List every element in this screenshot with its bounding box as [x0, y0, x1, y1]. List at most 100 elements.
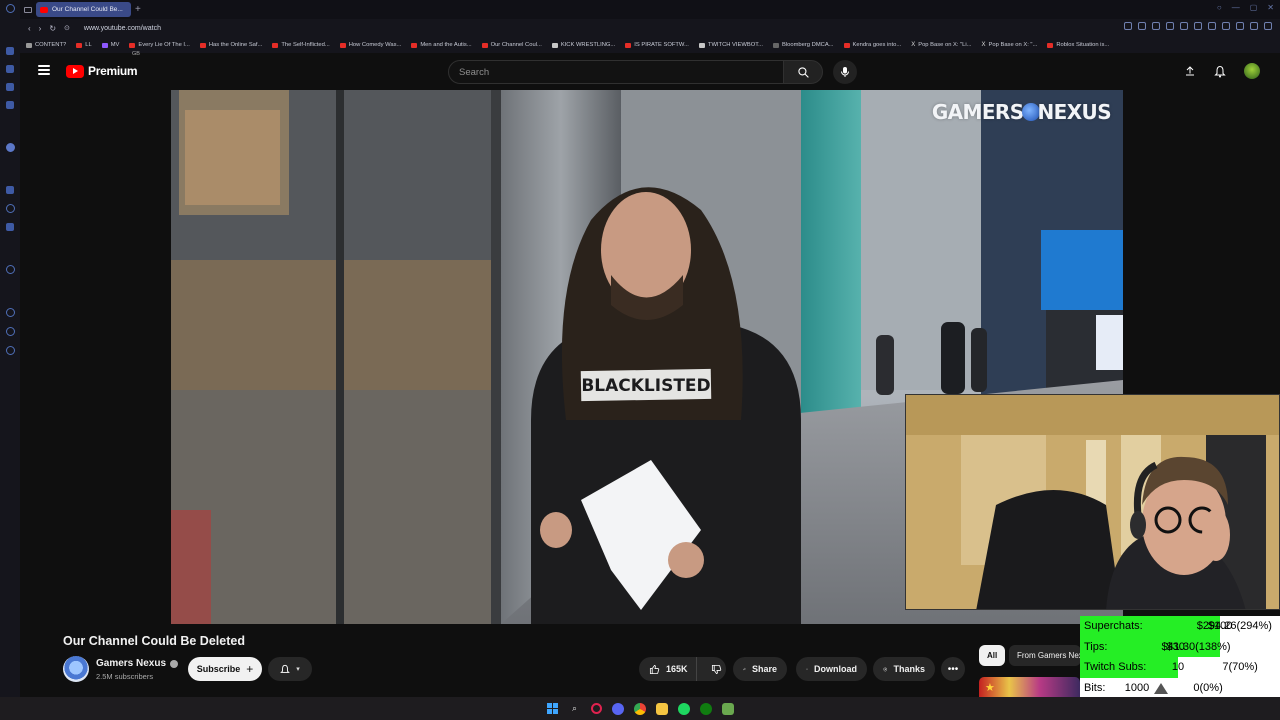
sidebar-app-icon[interactable] — [6, 101, 14, 109]
logo-text: Premium — [88, 64, 138, 78]
youtube-logo-icon — [66, 64, 84, 78]
opera-gx-icon[interactable] — [590, 703, 602, 714]
bookmark-item[interactable]: Bloomberg DMCA... — [772, 42, 834, 48]
url-field[interactable]: www.youtube.com/watch — [84, 25, 161, 32]
windows-start-icon[interactable] — [547, 703, 559, 715]
zoom-icon[interactable] — [1124, 22, 1132, 30]
site-favicon-icon — [698, 42, 705, 48]
watermark-right: NEXUS — [1037, 100, 1112, 124]
discord-icon[interactable] — [611, 702, 624, 715]
chrome-icon[interactable] — [633, 702, 646, 715]
bookmark-item[interactable]: IS PIRATE SOFTW... — [625, 42, 689, 48]
sidebar-app-icon[interactable] — [6, 65, 14, 73]
history-icon[interactable] — [5, 308, 15, 317]
youtube-favicon-icon — [339, 42, 346, 48]
back-icon[interactable]: ‹ — [28, 24, 31, 33]
bookmark-item[interactable]: X Pop Base on X: "Li... — [911, 42, 971, 48]
bookmark-item[interactable]: X Pop Base on X: "... — [982, 42, 1038, 48]
bookmark-label: Men and the Autis... — [420, 42, 472, 48]
close-icon[interactable]: ✕ — [1267, 3, 1274, 12]
chip-all[interactable]: All — [979, 645, 1006, 666]
notifications-bell-icon[interactable] — [1214, 65, 1226, 78]
dislike-button[interactable] — [703, 664, 730, 675]
bookmark-item[interactable]: Roblox Situation is... — [1047, 42, 1109, 48]
goal-label: Superchats: — [1084, 620, 1143, 633]
thanks-button[interactable]: $ Thanks — [873, 657, 935, 681]
notification-settings-button[interactable]: ▾ — [268, 657, 312, 681]
instagram-icon[interactable] — [6, 223, 14, 231]
bookmark-label: MV — [110, 42, 120, 48]
sidebar-app-icon[interactable] — [6, 186, 14, 194]
bookmark-item[interactable]: Kendra goes into... — [843, 42, 901, 48]
subscribe-button[interactable]: Subscribe + — [188, 657, 262, 681]
extension-icon[interactable] — [1236, 22, 1244, 30]
youtube-logo[interactable]: Premium — [66, 64, 138, 78]
search-button[interactable] — [783, 60, 823, 84]
extension-icon[interactable] — [1208, 22, 1216, 30]
xbox-icon[interactable] — [699, 702, 712, 715]
window-controls: ○ — ▢ ✕ — [1217, 3, 1274, 12]
screen: Our Channel Could Be... + ○ — ▢ ✕ ‹ › ↻ … — [0, 0, 1280, 720]
site-info-icon[interactable]: ⊙ — [64, 24, 70, 32]
youtube-favicon-icon — [843, 42, 850, 48]
spotify-icon[interactable] — [677, 702, 690, 715]
maximize-icon[interactable]: ▢ — [1250, 3, 1258, 12]
extension-icon[interactable] — [1138, 22, 1146, 30]
upload-icon[interactable] — [1184, 65, 1196, 77]
bookmark-item[interactable]: CONTENT? — [26, 42, 66, 48]
share-button[interactable]: Share — [733, 657, 787, 681]
search-tabs-icon[interactable]: ○ — [1217, 3, 1222, 12]
forward-icon[interactable]: › — [39, 24, 42, 33]
download-button[interactable]: Download — [796, 657, 867, 681]
extension-icon[interactable] — [1180, 22, 1188, 30]
hamburger-menu-icon[interactable] — [38, 65, 50, 75]
bookmark-item[interactable]: The Self-Inflicted... — [272, 42, 330, 48]
extension-icon[interactable] — [1194, 22, 1202, 30]
bookmark-label: Roblox Situation is... — [1056, 42, 1110, 48]
bookmark-item[interactable]: Our Channel Coul... — [481, 42, 542, 48]
sidebar-app-icon[interactable] — [6, 83, 14, 91]
new-tab-icon[interactable]: + — [135, 4, 141, 15]
tab-youtube[interactable]: Our Channel Could Be... — [36, 2, 131, 17]
extension-icon[interactable] — [1152, 22, 1160, 30]
search-input[interactable] — [448, 60, 784, 84]
more-actions-button[interactable]: ••• — [941, 657, 965, 681]
file-explorer-icon[interactable] — [655, 702, 668, 715]
messenger-icon[interactable] — [5, 204, 15, 213]
bookmark-item[interactable]: LL — [76, 42, 92, 48]
site-favicon-icon — [772, 42, 779, 48]
settings-icon[interactable] — [5, 346, 15, 355]
bookmark-label: The Self-Inflicted... — [281, 42, 330, 48]
minimize-icon[interactable]: — — [1232, 3, 1240, 12]
sidebar-app-icon[interactable] — [5, 327, 15, 336]
sidebar-app-icon[interactable] — [6, 47, 14, 55]
channel-avatar[interactable] — [63, 656, 89, 682]
sidebar-app-icon[interactable] — [5, 143, 15, 152]
bookmark-item[interactable]: Every Lie Of The I... — [129, 42, 190, 48]
account-avatar[interactable] — [1244, 63, 1260, 79]
bookmark-item[interactable]: KICK WRESTLING... — [551, 42, 616, 48]
bookmark-item[interactable]: MV — [101, 42, 120, 48]
tab-menu-icon[interactable] — [24, 6, 32, 13]
bookmark-label: KICK WRESTLING... — [560, 42, 616, 48]
bookmark-label: Our Channel Coul... — [490, 42, 542, 48]
voice-search-button[interactable] — [833, 60, 857, 84]
account-icon[interactable] — [1264, 22, 1272, 30]
extension-icon[interactable] — [1166, 22, 1174, 30]
bookmark-item[interactable]: Men and the Autis... — [411, 42, 472, 48]
channel-name-link[interactable]: Gamers Nexus — [96, 658, 179, 669]
sidebar-app-icon[interactable] — [5, 265, 15, 274]
chip-from-channel[interactable]: From Gamers Nexus — [1009, 645, 1081, 666]
like-button[interactable]: 165K — [639, 657, 697, 681]
bookmark-label: Pop Base on X: "... — [988, 42, 1038, 48]
reload-icon[interactable]: ↻ — [49, 24, 56, 33]
minecraft-icon[interactable] — [721, 702, 734, 715]
bookmark-item[interactable]: Has the Online Saf... — [199, 42, 262, 48]
opera-logo-icon[interactable] — [5, 4, 15, 13]
browser-sidebar — [0, 0, 20, 700]
extension-icon[interactable] — [1222, 22, 1230, 30]
bookmark-item[interactable]: TWITCH VIEWBOT... — [698, 42, 763, 48]
download-manager-icon[interactable] — [1250, 22, 1258, 30]
bookmark-item[interactable]: How Comedy Was... — [339, 42, 401, 48]
search-icon[interactable]: ⌕ — [569, 703, 581, 715]
